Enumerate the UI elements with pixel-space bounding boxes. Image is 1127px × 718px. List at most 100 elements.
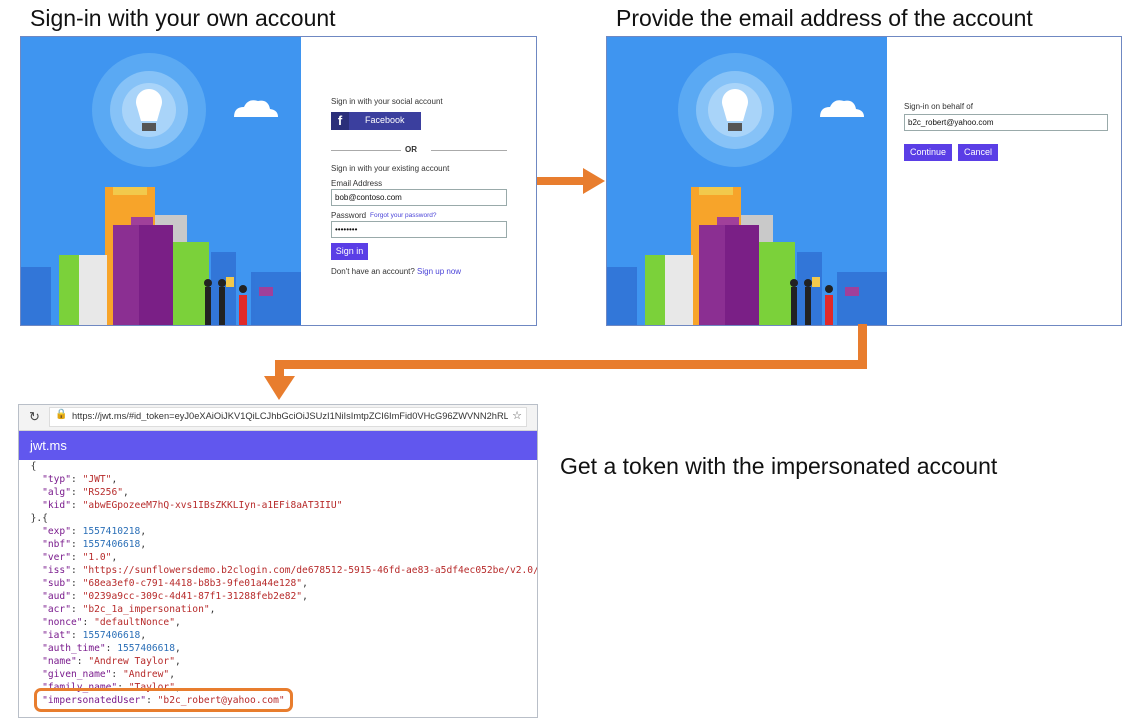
- continue-button[interactable]: Continue: [904, 144, 952, 161]
- facebook-label: Facebook: [365, 115, 405, 125]
- behalf-email-field[interactable]: b2c_robert@yahoo.com: [904, 114, 1108, 131]
- email-field[interactable]: bob@contoso.com: [331, 189, 507, 206]
- token-comma: ,: [209, 604, 216, 615]
- password-label: Password: [331, 211, 367, 220]
- token-comma: ,: [174, 656, 181, 667]
- token-value: "RS256": [82, 487, 123, 498]
- token-separator: :: [71, 604, 83, 615]
- star-icon[interactable]: ☆: [512, 409, 522, 422]
- city-illustration: [607, 53, 887, 325]
- token-line: "iss": "https://sunflowersdemo.b2clogin.…: [19, 564, 537, 577]
- token-comma: ,: [140, 630, 147, 641]
- token-key: "alg": [42, 487, 71, 498]
- token-separator: :: [71, 500, 83, 511]
- browser-window: ↻ 🔒 https://jwt.ms/#id_token=eyJ0eXAiOiJ…: [18, 404, 538, 718]
- behalf-label: Sign-in on behalf of: [904, 102, 973, 111]
- url-text: https://jwt.ms/#id_token=eyJ0eXAiOiJKV1Q…: [72, 411, 508, 421]
- token-key: "nonce": [42, 617, 83, 628]
- signup-prompt: Don't have an account? Sign up now: [331, 267, 461, 276]
- token-value: 1557406618: [82, 539, 141, 550]
- behalf-panel: Sign-in on behalf of b2c_robert@yahoo.co…: [606, 36, 1122, 326]
- url-field[interactable]: 🔒 https://jwt.ms/#id_token=eyJ0eXAiOiJKV…: [49, 407, 527, 427]
- token-key: "typ": [42, 474, 71, 485]
- token-line: "name": "Andrew Taylor",: [19, 655, 537, 668]
- cancel-button[interactable]: Cancel: [958, 144, 998, 161]
- facebook-icon: f: [331, 112, 349, 130]
- hero-illustration: [21, 37, 301, 325]
- token-key: "name": [42, 656, 77, 667]
- token-value: "abwEGpozeeM7hQ-xvs1IBsZKKLIyn-a1EFi8aAT…: [82, 500, 343, 511]
- token-comma: ,: [302, 591, 308, 602]
- facebook-button[interactable]: f Facebook: [331, 112, 421, 130]
- token-separator: :: [71, 487, 83, 498]
- behalf-form: Sign-in on behalf of b2c_robert@yahoo.co…: [887, 37, 1121, 325]
- token-brace: }.{: [30, 513, 48, 524]
- token-separator: :: [71, 565, 83, 576]
- token-line: "iat": 1557406618,: [19, 629, 537, 642]
- or-label: OR: [405, 145, 417, 154]
- token-comma: ,: [174, 643, 181, 654]
- impersonated-highlight: [34, 688, 293, 712]
- token-value: "https://sunflowersdemo.b2clogin.com/de6…: [82, 565, 538, 576]
- token-value: 1557406618: [82, 630, 141, 641]
- token-key: "iat": [42, 630, 71, 641]
- refresh-icon[interactable]: ↻: [29, 409, 40, 425]
- password-field[interactable]: ••••••••: [331, 221, 507, 238]
- token-key: "ver": [42, 552, 71, 563]
- token-value: 1557410218: [82, 526, 141, 537]
- existing-heading: Sign in with your existing account: [331, 164, 450, 173]
- forgot-password-link[interactable]: Forgot your password?: [370, 212, 436, 219]
- token-brace: {: [30, 461, 37, 472]
- step1-caption: Sign-in with your own account: [30, 5, 336, 31]
- token-key: "auth_time": [42, 643, 106, 654]
- token-value: "JWT": [82, 474, 112, 485]
- token-key: "iss": [42, 565, 71, 576]
- signin-button[interactable]: Sign in: [331, 243, 368, 260]
- token-comma: ,: [111, 474, 118, 485]
- token-line: "typ": "JWT",: [19, 473, 537, 486]
- token-key: "acr": [42, 604, 71, 615]
- signup-link[interactable]: Sign up now: [417, 267, 461, 276]
- token-separator: :: [71, 591, 83, 602]
- token-line: "nonce": "defaultNonce",: [19, 616, 537, 629]
- token-line: {: [19, 460, 537, 473]
- token-line: "nbf": 1557406618,: [19, 538, 537, 551]
- token-value: "Andrew Taylor": [88, 656, 175, 667]
- token-separator: :: [105, 643, 118, 654]
- site-title[interactable]: jwt.ms: [30, 431, 67, 460]
- token-value: 1557406618: [117, 643, 175, 654]
- jwt-header: jwt.ms: [19, 431, 537, 460]
- token-line: "auth_time": 1557406618,: [19, 642, 537, 655]
- no-account-text: Don't have an account?: [331, 267, 415, 276]
- arrow-down-icon: [264, 324, 867, 400]
- token-comma: ,: [140, 539, 147, 550]
- token-line: "acr": "b2c_1a_impersonation",: [19, 603, 537, 616]
- token-value: "68ea3ef0-c791-4418-b8b3-9fe01a44e128": [82, 578, 303, 589]
- lock-icon: 🔒: [55, 409, 68, 420]
- token-separator: :: [111, 669, 123, 680]
- signin-form: Sign in with your social account f Faceb…: [301, 37, 536, 325]
- or-divider: OR: [331, 145, 507, 155]
- token-value: "Andrew": [122, 669, 170, 680]
- token-value: "defaultNonce": [94, 617, 175, 628]
- step2-caption: Provide the email address of the account: [616, 5, 1033, 31]
- token-line: }.{: [19, 512, 537, 525]
- step3-caption: Get a token with the impersonated accoun…: [560, 453, 998, 479]
- token-comma: ,: [123, 487, 129, 498]
- token-line: "given_name": "Andrew",: [19, 668, 537, 681]
- token-line: "aud": "0239a9cc-309c-4d41-87f1-31288feb…: [19, 590, 537, 603]
- token-key: "kid": [42, 500, 71, 511]
- token-line: "kid": "abwEGpozeeM7hQ-xvs1IBsZKKLIyn-a1…: [19, 499, 537, 512]
- token-value: "b2c_1a_impersonation": [82, 604, 210, 615]
